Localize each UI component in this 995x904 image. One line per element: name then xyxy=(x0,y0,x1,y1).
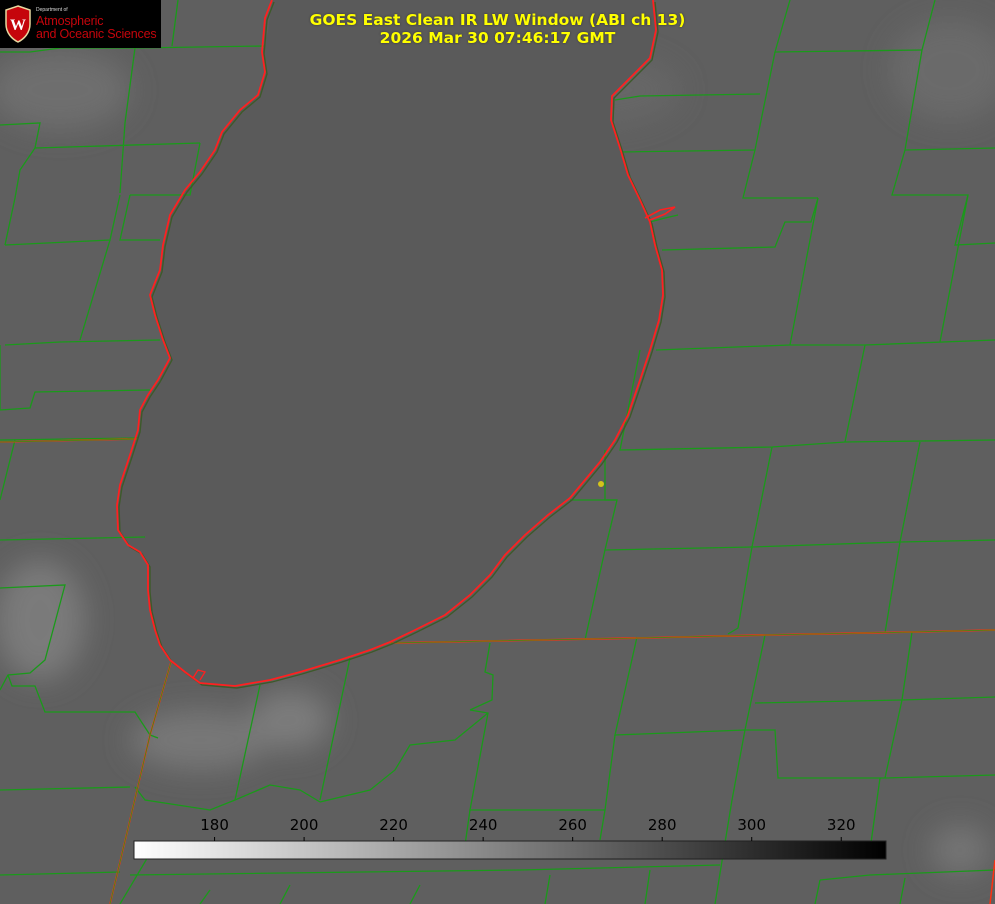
colorbar-tick-label: 200 xyxy=(290,816,319,834)
title-line-1: GOES East Clean IR LW Window (ABI ch 13) xyxy=(309,11,686,29)
image-title: GOES East Clean IR LW Window (ABI ch 13)… xyxy=(0,11,995,47)
colorbar-tick-label: 220 xyxy=(379,816,408,834)
colorbar-tick-label: 180 xyxy=(200,816,229,834)
colorbar-tick-label: 240 xyxy=(469,816,498,834)
satellite-map: 180 200 220 240 260 280 300 320 W Department of… xyxy=(0,0,995,904)
colorbar-tick-label: 280 xyxy=(648,816,677,834)
title-timestamp: 2026 Mar 30 07:46:17 GMT xyxy=(379,29,616,47)
colorbar-tick-label: 300 xyxy=(737,816,766,834)
colorbar-tick-label: 260 xyxy=(558,816,587,834)
colorbar-gradient xyxy=(133,840,887,860)
colorbar-tick-label: 320 xyxy=(827,816,856,834)
satellite-imagery: 180 200 220 240 260 280 300 320 xyxy=(0,0,995,904)
location-marker xyxy=(598,481,604,487)
